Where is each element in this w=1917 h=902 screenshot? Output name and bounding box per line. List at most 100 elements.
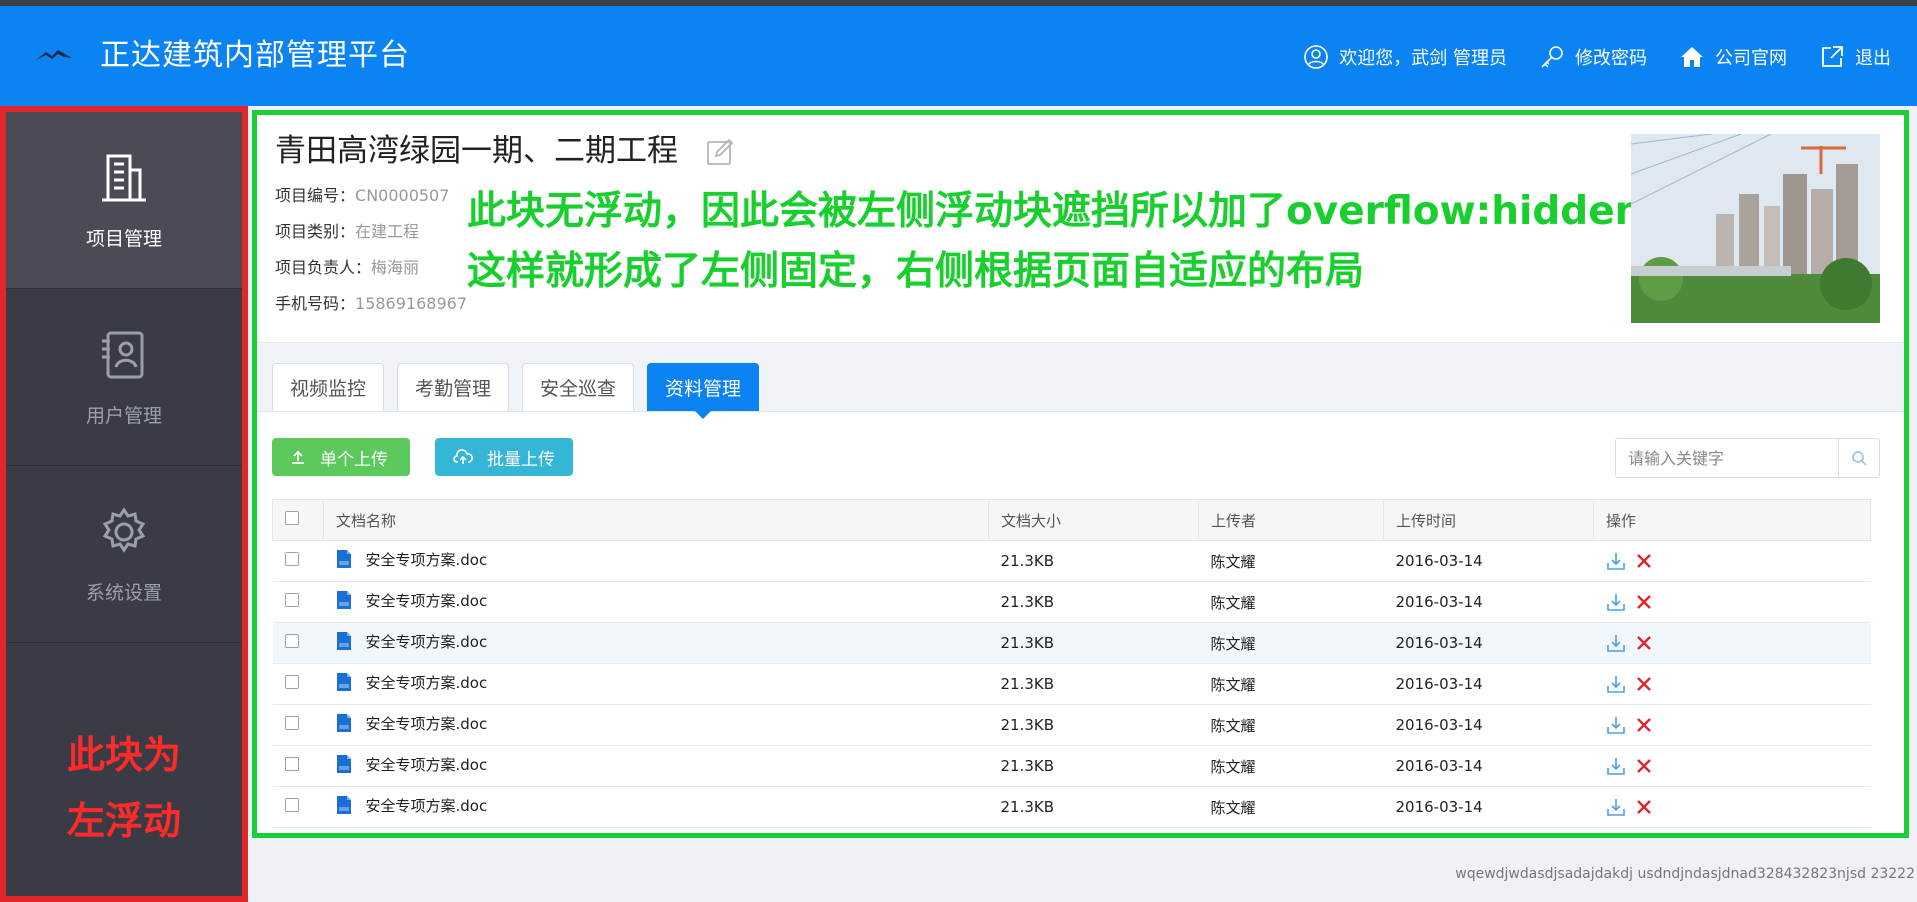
download-icon[interactable] <box>1606 674 1626 694</box>
key-icon <box>1541 46 1563 68</box>
single-upload-label: 单个上传 <box>320 449 388 470</box>
delete-icon[interactable] <box>1636 717 1652 733</box>
download-icon[interactable] <box>1606 756 1626 776</box>
col-uploader: 上传者 <box>1198 499 1384 541</box>
delete-icon[interactable] <box>1636 594 1652 610</box>
doc-upload-time: 2016-03-14 <box>1383 745 1594 787</box>
doc-upload-time: 2016-03-14 <box>1383 581 1594 623</box>
col-upload-time: 上传时间 <box>1383 499 1594 541</box>
row-actions <box>1593 786 1871 828</box>
tab-video-monitoring[interactable]: 视频监控 <box>272 363 384 411</box>
doc-uploader: 陈文耀 <box>1198 581 1384 623</box>
doc-uploader: 陈文耀 <box>1198 622 1384 664</box>
field-value: 15869168967 <box>355 294 467 313</box>
change-password-link[interactable]: 修改密码 <box>1539 44 1647 70</box>
row-actions <box>1593 540 1871 582</box>
sidebar-annotation-line-1: 此块为 <box>66 733 181 777</box>
row-checkbox[interactable] <box>284 675 299 689</box>
download-icon[interactable] <box>1606 551 1626 571</box>
row-select-cell <box>272 704 324 746</box>
doc-size: 21.3KB <box>988 745 1199 787</box>
table-row: 安全专项方案.doc 21.3KB 陈文耀 2016-03-14 <box>272 745 1871 787</box>
logout-link[interactable]: 退出 <box>1819 44 1891 70</box>
sidebar-item-system-settings[interactable]: 系统设置 <box>6 466 242 643</box>
company-site-label: 公司官网 <box>1715 48 1787 69</box>
delete-icon[interactable] <box>1636 676 1652 692</box>
sidebar-item-label: 系统设置 <box>85 581 162 604</box>
doc-name[interactable]: 安全专项方案.doc <box>366 631 488 652</box>
logo-icon <box>36 50 72 60</box>
doc-file-icon <box>336 550 351 569</box>
tab-safety-patrol[interactable]: 安全巡查 <box>522 363 634 411</box>
doc-name[interactable]: 安全专项方案.doc <box>366 549 488 570</box>
row-checkbox[interactable] <box>284 798 299 812</box>
field-label: 项目编号： <box>275 186 356 205</box>
col-doc-size: 文档大小 <box>988 499 1199 541</box>
row-actions <box>1593 663 1871 705</box>
doc-name[interactable]: 安全专项方案.doc <box>366 590 488 611</box>
field-label: 手机号码： <box>275 294 356 313</box>
search-button[interactable] <box>1838 439 1879 477</box>
row-checkbox[interactable] <box>284 593 299 607</box>
single-upload-button[interactable]: 单个上传 <box>272 438 410 476</box>
row-checkbox[interactable] <box>284 757 299 771</box>
row-select-cell <box>272 622 324 664</box>
doc-uploader: 陈文耀 <box>1198 663 1384 705</box>
delete-icon[interactable] <box>1636 799 1652 815</box>
doc-uploader: 陈文耀 <box>1198 704 1384 746</box>
sidebar-item-user-management[interactable]: 用户管理 <box>6 289 242 466</box>
layout-annotation-line-2: 这样就形成了左侧固定，右侧根据页面自适应的布局 <box>467 249 1365 294</box>
row-actions <box>1593 581 1871 623</box>
delete-icon[interactable] <box>1636 635 1652 651</box>
row-actions <box>1593 704 1871 746</box>
watermark-text: wqewdjwdasdjsadajdakdj usdndjndasjdnad32… <box>1455 866 1915 882</box>
doc-name-cell: 安全专项方案.doc <box>323 704 989 746</box>
project-title: 青田高湾绿园一期、二期工程 <box>275 133 678 169</box>
doc-upload-time: 2016-03-14 <box>1383 622 1594 664</box>
company-site-link[interactable]: 公司官网 <box>1679 44 1787 70</box>
row-checkbox[interactable] <box>284 552 299 566</box>
row-select-cell <box>272 540 324 582</box>
select-all-checkbox[interactable] <box>285 511 299 525</box>
col-doc-name: 文档名称 <box>323 499 989 541</box>
sidebar-item-label: 项目管理 <box>85 227 162 250</box>
welcome-user-link[interactable]: 欢迎您，武剑 管理员 <box>1303 44 1507 70</box>
field-value: 在建工程 <box>355 222 420 241</box>
tab-document-management[interactable]: 资料管理 <box>647 363 759 419</box>
delete-icon[interactable] <box>1636 553 1652 569</box>
project-code-row: 项目编号：CN0000507 <box>275 185 449 207</box>
download-icon[interactable] <box>1606 797 1626 817</box>
sidebar-item-project-management[interactable]: 项目管理 <box>6 112 242 289</box>
field-value: CN0000507 <box>355 186 450 205</box>
table-header-row: 文档名称 文档大小 上传者 上传时间 操作 <box>272 499 1871 541</box>
edit-icon[interactable] <box>705 137 735 167</box>
doc-upload-time: 2016-03-14 <box>1383 540 1594 582</box>
app-title: 正达建筑内部管理平台 <box>100 38 410 73</box>
logout-icon <box>1822 46 1843 67</box>
doc-file-icon <box>336 796 351 815</box>
app-header: 正达建筑内部管理平台 欢迎您，武剑 管理员 修改密码 公司官网 退出 <box>0 6 1917 106</box>
doc-name[interactable]: 安全专项方案.doc <box>366 754 488 775</box>
doc-name[interactable]: 安全专项方案.doc <box>366 713 488 734</box>
row-checkbox[interactable] <box>284 634 299 648</box>
field-value: 梅海丽 <box>371 258 420 277</box>
download-icon[interactable] <box>1606 633 1626 653</box>
doc-file-icon <box>336 673 351 692</box>
building-icon <box>102 154 146 201</box>
doc-name[interactable]: 安全专项方案.doc <box>366 795 488 816</box>
change-password-label: 修改密码 <box>1575 48 1647 69</box>
search-input[interactable] <box>1616 439 1836 477</box>
doc-name[interactable]: 安全专项方案.doc <box>366 672 488 693</box>
project-category-row: 项目类别：在建工程 <box>275 221 419 243</box>
doc-file-icon <box>336 714 351 733</box>
download-icon[interactable] <box>1606 715 1626 735</box>
doc-size: 21.3KB <box>988 786 1199 828</box>
tab-attendance[interactable]: 考勤管理 <box>397 363 509 411</box>
logout-label: 退出 <box>1855 48 1891 69</box>
download-icon[interactable] <box>1606 592 1626 612</box>
doc-upload-time: 2016-03-14 <box>1383 704 1594 746</box>
delete-icon[interactable] <box>1636 758 1652 774</box>
row-checkbox[interactable] <box>284 716 299 730</box>
row-actions <box>1593 622 1871 664</box>
batch-upload-button[interactable]: 批量上传 <box>435 438 573 476</box>
